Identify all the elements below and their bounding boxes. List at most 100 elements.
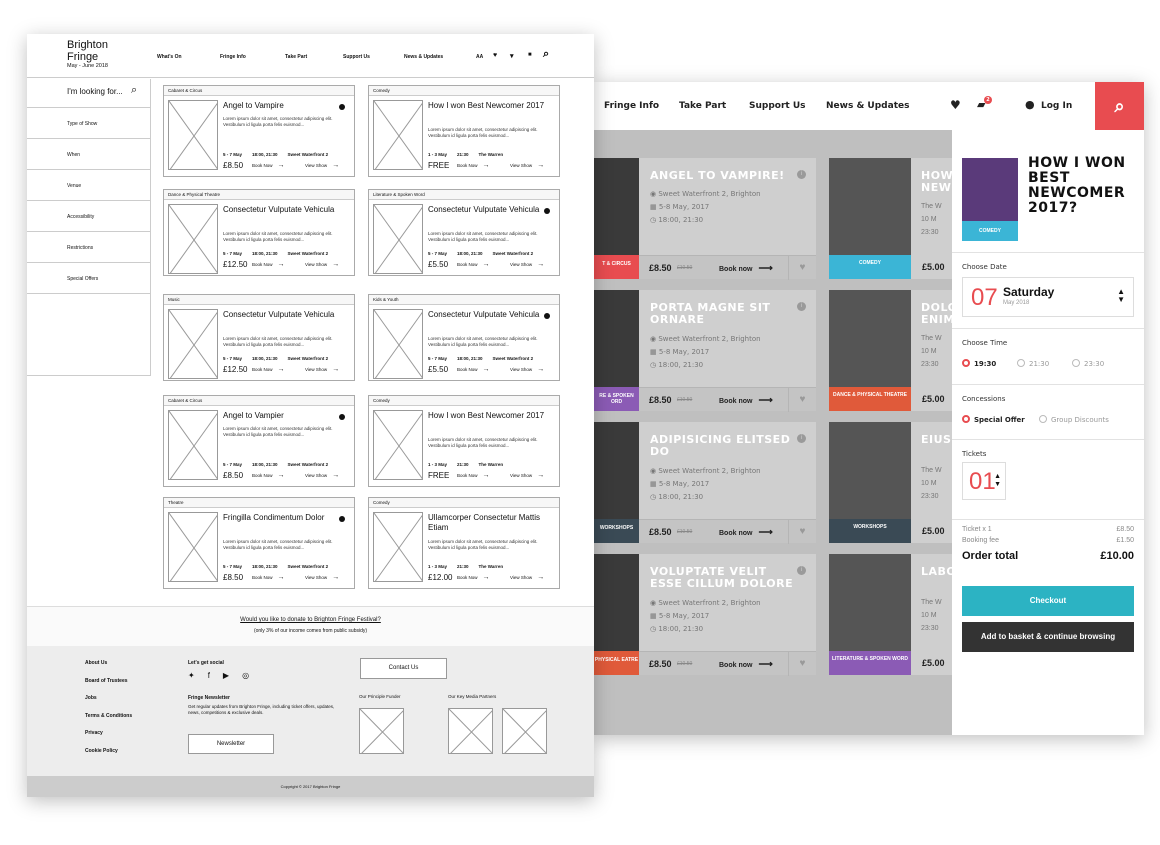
view-show-link[interactable]: View Show → — [305, 472, 339, 479]
card-title[interactable]: ADIPISICING ELITSED DO — [650, 434, 800, 458]
card-title[interactable]: Consectetur Vulputate Vehicula — [428, 310, 556, 320]
book-now-link[interactable]: Book Now → — [252, 162, 285, 169]
card-title[interactable]: Consectetur Vulputate Vehicula — [428, 205, 556, 215]
card-title[interactable]: Ullamcorper Consectetur Mattis Etiam — [428, 513, 556, 533]
contact-button[interactable]: Contact Us — [360, 658, 447, 679]
footer-link[interactable]: Jobs — [85, 695, 97, 701]
ticket-stepper[interactable]: 01 ▲ ▼ — [962, 462, 1006, 500]
footer-link[interactable]: About Us — [85, 660, 107, 666]
nav-news-updates[interactable]: News & Updates — [826, 101, 909, 111]
date-stepper-icon[interactable]: ▲ ▼ — [1117, 288, 1125, 304]
search-button[interactable]: ⌕ — [1095, 82, 1144, 130]
add-to-basket-button[interactable]: Add to basket & continue browsing — [962, 622, 1134, 652]
info-icon[interactable] — [339, 516, 345, 522]
arrow-right-icon: ⟶ — [758, 527, 773, 538]
group-discounts-option[interactable]: Group Discounts — [1039, 415, 1109, 424]
book-now-button[interactable]: Book now ⟶ — [719, 263, 773, 274]
view-show-link[interactable]: View Show → — [305, 162, 339, 169]
card-title[interactable]: ANGEL TO VAMPIRE! — [650, 170, 800, 182]
book-now-link[interactable]: Book Now → — [457, 261, 490, 268]
favorite-heart-icon[interactable]: ♥ — [788, 652, 816, 676]
time-option-2330[interactable]: 23:30 — [1072, 359, 1104, 368]
heart-icon[interactable]: ♥ — [493, 52, 497, 59]
filter-item[interactable]: When — [27, 139, 151, 170]
book-now-link[interactable]: Book Now → — [252, 261, 285, 268]
footer-link[interactable]: Privacy — [85, 730, 103, 736]
special-offer-option[interactable]: Special Offer — [962, 415, 1025, 424]
search-icon[interactable]: ⌕ — [543, 48, 549, 61]
info-icon[interactable]: i — [797, 302, 806, 311]
cart-icon[interactable]: ▾ — [510, 52, 514, 60]
heart-icon[interactable]: ♥ — [950, 98, 961, 112]
text-size-icon[interactable]: AA — [476, 54, 483, 60]
view-show-link[interactable]: View Show → — [510, 261, 544, 268]
view-show-link[interactable]: View Show → — [510, 162, 544, 169]
info-icon[interactable]: i — [797, 566, 806, 575]
info-icon[interactable] — [339, 104, 345, 110]
wire-nav-news[interactable]: News & Updates — [404, 54, 443, 60]
time-option-1930[interactable]: 19:30 — [962, 359, 996, 368]
info-icon[interactable]: i — [797, 170, 806, 179]
footer-link[interactable]: Board of Trustees — [85, 678, 128, 684]
view-show-link[interactable]: View Show → — [305, 574, 339, 581]
search-icon[interactable]: ⌕ — [131, 84, 137, 97]
favorite-heart-icon[interactable]: ♥ — [788, 520, 816, 544]
favorite-heart-icon[interactable]: ♥ — [788, 256, 816, 280]
card-title[interactable]: Consectetur Vulputate Vehicula — [223, 205, 351, 215]
donate-link[interactable]: Would you like to donate to Brighton Fri… — [27, 617, 594, 623]
date-picker[interactable]: 07 Saturday May 2018 ▲ ▼ — [962, 277, 1134, 317]
view-show-link[interactable]: View Show → — [510, 472, 544, 479]
info-icon[interactable]: i — [797, 434, 806, 443]
filter-item[interactable]: Restrictions — [27, 232, 151, 263]
filter-item[interactable]: Venue — [27, 170, 151, 201]
nav-take-part[interactable]: Take Part — [679, 101, 726, 111]
time-option-2130[interactable]: 21:30 — [1017, 359, 1049, 368]
time-label: 21:30 — [1029, 360, 1050, 368]
book-now-link[interactable]: Book Now → — [457, 574, 490, 581]
info-icon[interactable] — [544, 313, 550, 319]
footer-link[interactable]: Cookie Policy — [85, 748, 118, 754]
book-now-link[interactable]: Book Now → — [252, 366, 285, 373]
wire-nav-fringe-info[interactable]: Fringe Info — [220, 54, 246, 60]
wire-nav-whats-on[interactable]: What's On — [157, 54, 182, 60]
favorite-heart-icon[interactable]: ♥ — [788, 388, 816, 412]
card-title[interactable]: VOLUPTATE VELIT ESSE CILLUM DOLORE — [650, 566, 800, 590]
info-icon[interactable] — [339, 414, 345, 420]
card-title[interactable]: How I won Best Newcomer 2017 — [428, 411, 556, 421]
social-icons[interactable]: ✦f▶◎ — [188, 671, 262, 680]
filter-item[interactable]: Accessibility — [27, 201, 151, 232]
nav-fringe-info[interactable]: Fringe Info — [604, 101, 659, 111]
book-now-button[interactable]: Book now ⟶ — [719, 659, 773, 670]
view-show-link[interactable]: View Show → — [510, 366, 544, 373]
checkout-button[interactable]: Checkout — [962, 586, 1134, 616]
book-now-button[interactable]: Book now ⟶ — [719, 527, 773, 538]
book-now-button[interactable]: Book now ⟶ — [719, 395, 773, 406]
newsletter-button[interactable]: Newsletter — [188, 734, 274, 754]
search-input[interactable]: I'm looking for... — [67, 87, 123, 96]
wire-nav-support-us[interactable]: Support Us — [343, 54, 370, 60]
card-title[interactable]: Angel to Vampire — [223, 101, 351, 111]
card-title[interactable]: Angel to Vampier — [223, 411, 351, 421]
lock-icon[interactable]: ■ — [528, 52, 532, 58]
filter-item[interactable]: Special Offers — [27, 263, 151, 294]
book-now-link[interactable]: Book Now → — [457, 472, 490, 479]
book-now-link[interactable]: Book Now → — [457, 366, 490, 373]
nav-support-us[interactable]: Support Us — [749, 101, 806, 111]
book-now-link[interactable]: Book Now → — [252, 472, 285, 479]
view-show-link[interactable]: View Show → — [305, 366, 339, 373]
logo[interactable]: Brighton Fringe May - June 2018 — [67, 39, 108, 70]
filter-item[interactable]: Type of Show — [27, 108, 151, 139]
wire-nav-take-part[interactable]: Take Part — [285, 54, 307, 60]
login-link[interactable]: Log In — [1041, 101, 1072, 111]
view-show-link[interactable]: View Show → — [510, 574, 544, 581]
card-title[interactable]: PORTA MAGNE SIT ORNARE — [650, 302, 800, 326]
card-title[interactable]: Consectetur Vulputate Vehicula — [223, 310, 351, 320]
view-show-link[interactable]: View Show → — [305, 261, 339, 268]
footer-link[interactable]: Terms & Conditions — [85, 713, 132, 719]
info-icon[interactable] — [544, 208, 550, 214]
book-now-link[interactable]: Book Now → — [457, 162, 490, 169]
card-title[interactable]: Fringilla Condimentum Dolor — [223, 513, 351, 523]
ticket-stepper-icon[interactable]: ▲ ▼ — [994, 473, 1001, 489]
card-title[interactable]: How I won Best Newcomer 2017 — [428, 101, 556, 111]
book-now-link[interactable]: Book Now → — [252, 574, 285, 581]
